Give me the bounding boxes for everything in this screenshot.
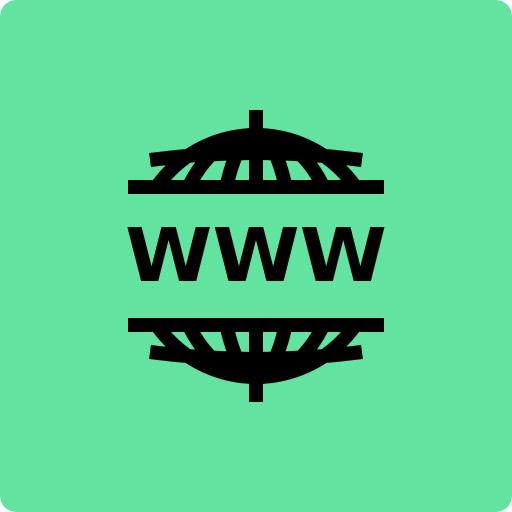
- app-icon-tile: WWW: [0, 0, 512, 512]
- www-globe-icon: WWW: [0, 0, 512, 512]
- globe-top-band: [128, 180, 384, 194]
- www-label: WWW: [125, 213, 387, 299]
- globe-bottom-band: [128, 318, 384, 332]
